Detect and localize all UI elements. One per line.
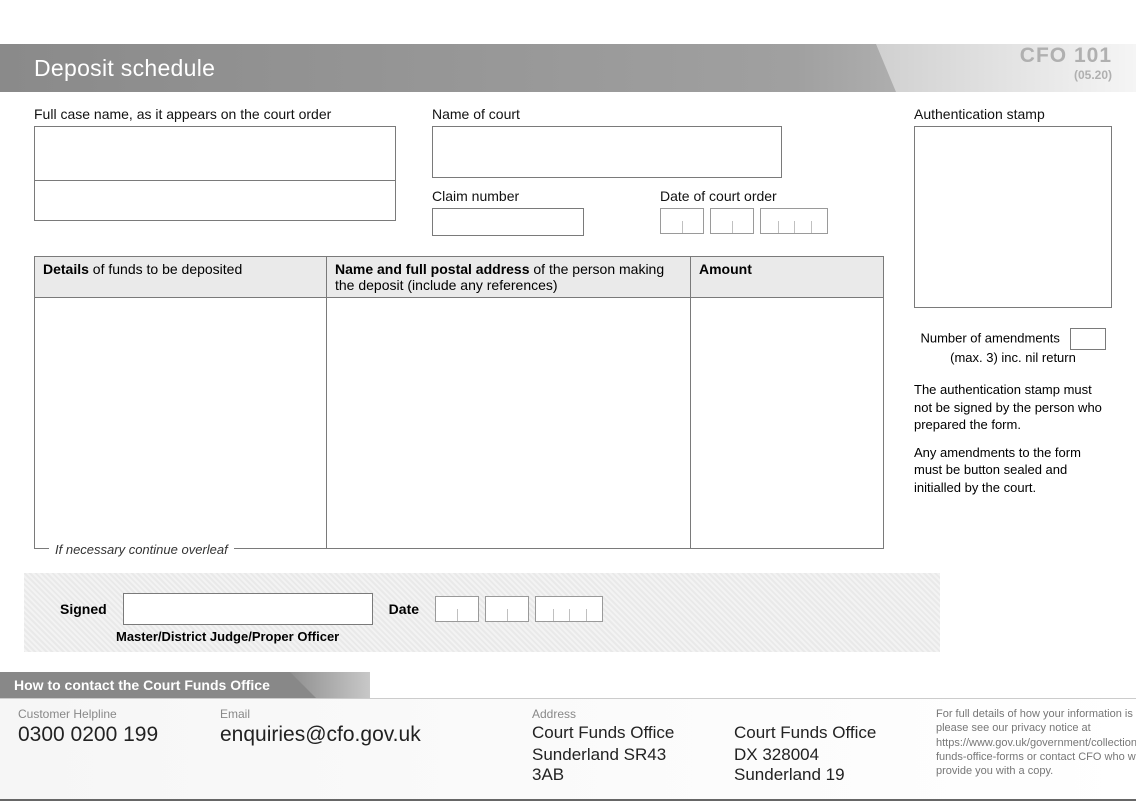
table-cell-details[interactable] bbox=[35, 298, 327, 548]
continue-overleaf-note: If necessary continue overleaf bbox=[49, 542, 234, 557]
table-header-details: Details of funds to be deposited bbox=[35, 257, 327, 297]
address-line1: Court Funds Office bbox=[532, 723, 682, 743]
auth-note-2: Any amendments to the form must be butto… bbox=[914, 444, 1112, 497]
claim-label: Claim number bbox=[432, 188, 584, 204]
table-cell-address[interactable] bbox=[327, 298, 691, 548]
date-order-label: Date of court order bbox=[660, 188, 828, 204]
form-code: CFO 101 bbox=[1020, 44, 1112, 68]
address-line2: Sunderland SR43 3AB bbox=[532, 745, 682, 785]
amendments-row: Number of amendments (max. 3) inc. nil r… bbox=[914, 328, 1112, 365]
court-input[interactable] bbox=[432, 126, 782, 178]
contact-heading: How to contact the Court Funds Office bbox=[0, 672, 290, 698]
privacy-notice: For full details of how your information… bbox=[936, 707, 1136, 785]
signature-strip: Signed Date Master/District Judge/Proper… bbox=[0, 573, 940, 652]
date-order-input[interactable] bbox=[660, 208, 828, 234]
table-header-address: Name and full postal address of the pers… bbox=[327, 257, 691, 297]
auth-stamp-label: Authentication stamp bbox=[914, 106, 1112, 122]
table-cell-amount[interactable] bbox=[691, 298, 883, 548]
helpline-label: Customer Helpline bbox=[18, 707, 168, 721]
header-bar: Deposit schedule CFO 101 (05.20) bbox=[0, 44, 1136, 92]
claim-input[interactable] bbox=[432, 208, 584, 236]
signed-label: Signed bbox=[60, 601, 107, 617]
amendments-input[interactable] bbox=[1070, 328, 1106, 350]
form-code-block: CFO 101 (05.20) bbox=[1020, 44, 1112, 82]
address-label: Address bbox=[532, 707, 682, 721]
email-label: Email bbox=[220, 707, 480, 721]
contact-heading-bar: How to contact the Court Funds Office bbox=[0, 672, 1136, 698]
page-title: Deposit schedule bbox=[34, 55, 215, 82]
court-label: Name of court bbox=[432, 106, 782, 122]
auth-stamp-box[interactable] bbox=[914, 126, 1112, 308]
sign-date-input[interactable] bbox=[435, 596, 603, 622]
sign-date-label: Date bbox=[389, 601, 419, 617]
dx-line2: DX 328004 Sunderland 19 bbox=[734, 745, 884, 785]
contact-body: Customer Helpline 0300 0200 199 Email en… bbox=[0, 698, 1136, 799]
form-revision: (05.20) bbox=[1020, 68, 1112, 82]
signed-subtitle: Master/District Judge/Proper Officer bbox=[116, 629, 940, 644]
table-header-amount: Amount bbox=[691, 257, 883, 297]
dx-line1: Court Funds Office bbox=[734, 723, 884, 743]
auth-note-1: The authentication stamp must not be sig… bbox=[914, 381, 1112, 434]
helpline-value: 0300 0200 199 bbox=[18, 723, 168, 747]
case-name-input-1[interactable] bbox=[34, 126, 396, 181]
email-value: enquiries@cfo.gov.uk bbox=[220, 723, 480, 747]
signed-input[interactable] bbox=[123, 593, 373, 625]
case-name-input-2[interactable] bbox=[34, 181, 396, 221]
case-name-label: Full case name, as it appears on the cou… bbox=[34, 106, 396, 122]
deposit-table: Details of funds to be deposited Name an… bbox=[34, 256, 884, 549]
